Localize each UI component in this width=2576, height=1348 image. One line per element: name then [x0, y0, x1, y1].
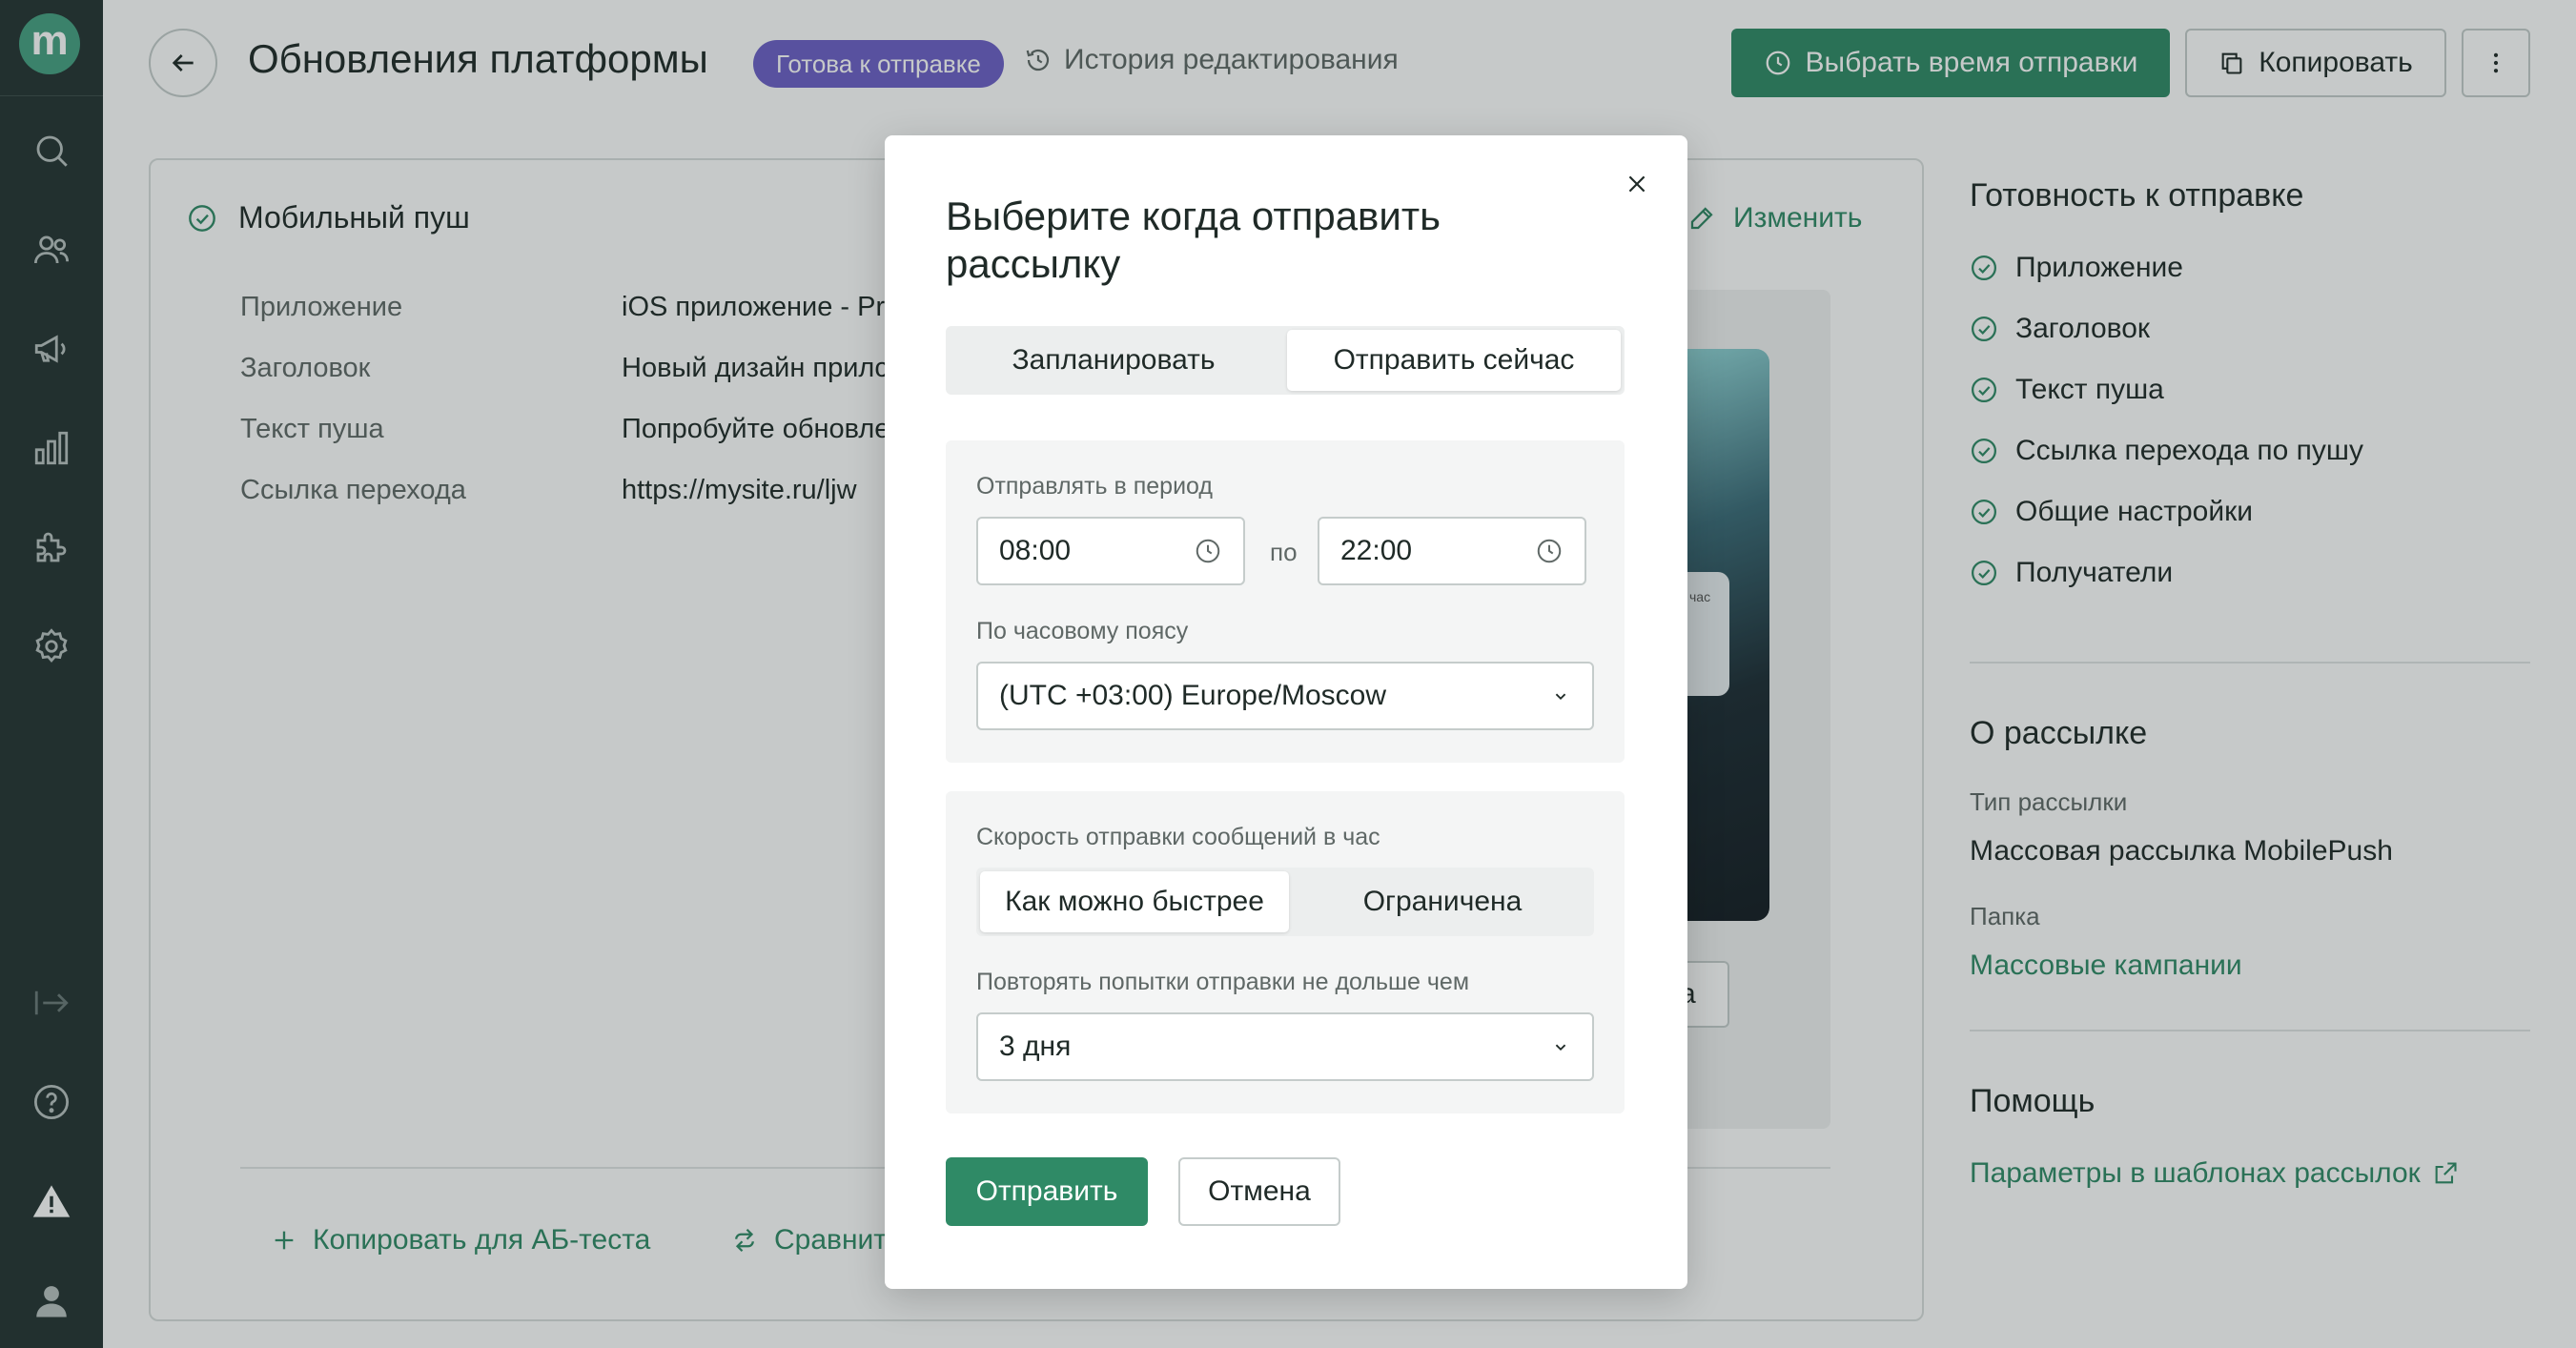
retry-label: Повторять попытки отправки не дольше чем	[976, 969, 1470, 995]
close-icon	[1628, 175, 1646, 193]
tab-send-now[interactable]: Отправить сейчас	[1287, 330, 1621, 391]
speed-option-limited[interactable]: Ограничена	[1295, 871, 1590, 932]
chevron-down-icon	[1555, 1044, 1566, 1052]
speed-option-fast[interactable]: Как можно быстрее	[980, 871, 1289, 932]
speed-label: Скорость отправки сообщений в час	[976, 824, 1380, 850]
time-from-value: 08:00	[999, 535, 1072, 566]
retry-select[interactable]: 3 дня	[976, 1012, 1594, 1081]
speed-switch: Как можно быстрее Ограничена	[976, 868, 1594, 936]
time-from-input[interactable]: 08:00	[976, 517, 1245, 585]
time-to-value: 22:00	[1340, 535, 1413, 566]
period-separator: по	[1270, 538, 1298, 566]
send-mode-switch: Запланировать Отправить сейчас	[946, 326, 1625, 395]
timezone-select[interactable]: (UTC +03:00) Europe/Moscow	[976, 662, 1594, 730]
clock-icon	[1537, 539, 1562, 563]
period-label: Отправлять в период	[976, 473, 1213, 500]
time-to-input[interactable]: 22:00	[1318, 517, 1586, 585]
timezone-value: (UTC +03:00) Europe/Moscow	[999, 680, 1386, 711]
timezone-label: По часовому поясу	[976, 618, 1189, 644]
clock-icon	[1196, 539, 1220, 563]
cancel-button[interactable]: Отмена	[1178, 1157, 1340, 1226]
tab-schedule[interactable]: Запланировать	[950, 330, 1278, 391]
chevron-down-icon	[1555, 693, 1566, 701]
close-button[interactable]	[1621, 168, 1653, 200]
retry-value: 3 дня	[999, 1031, 1072, 1062]
modal-title: Выберите когда отправить рассылку	[946, 194, 1441, 286]
send-button[interactable]: Отправить	[946, 1157, 1148, 1226]
